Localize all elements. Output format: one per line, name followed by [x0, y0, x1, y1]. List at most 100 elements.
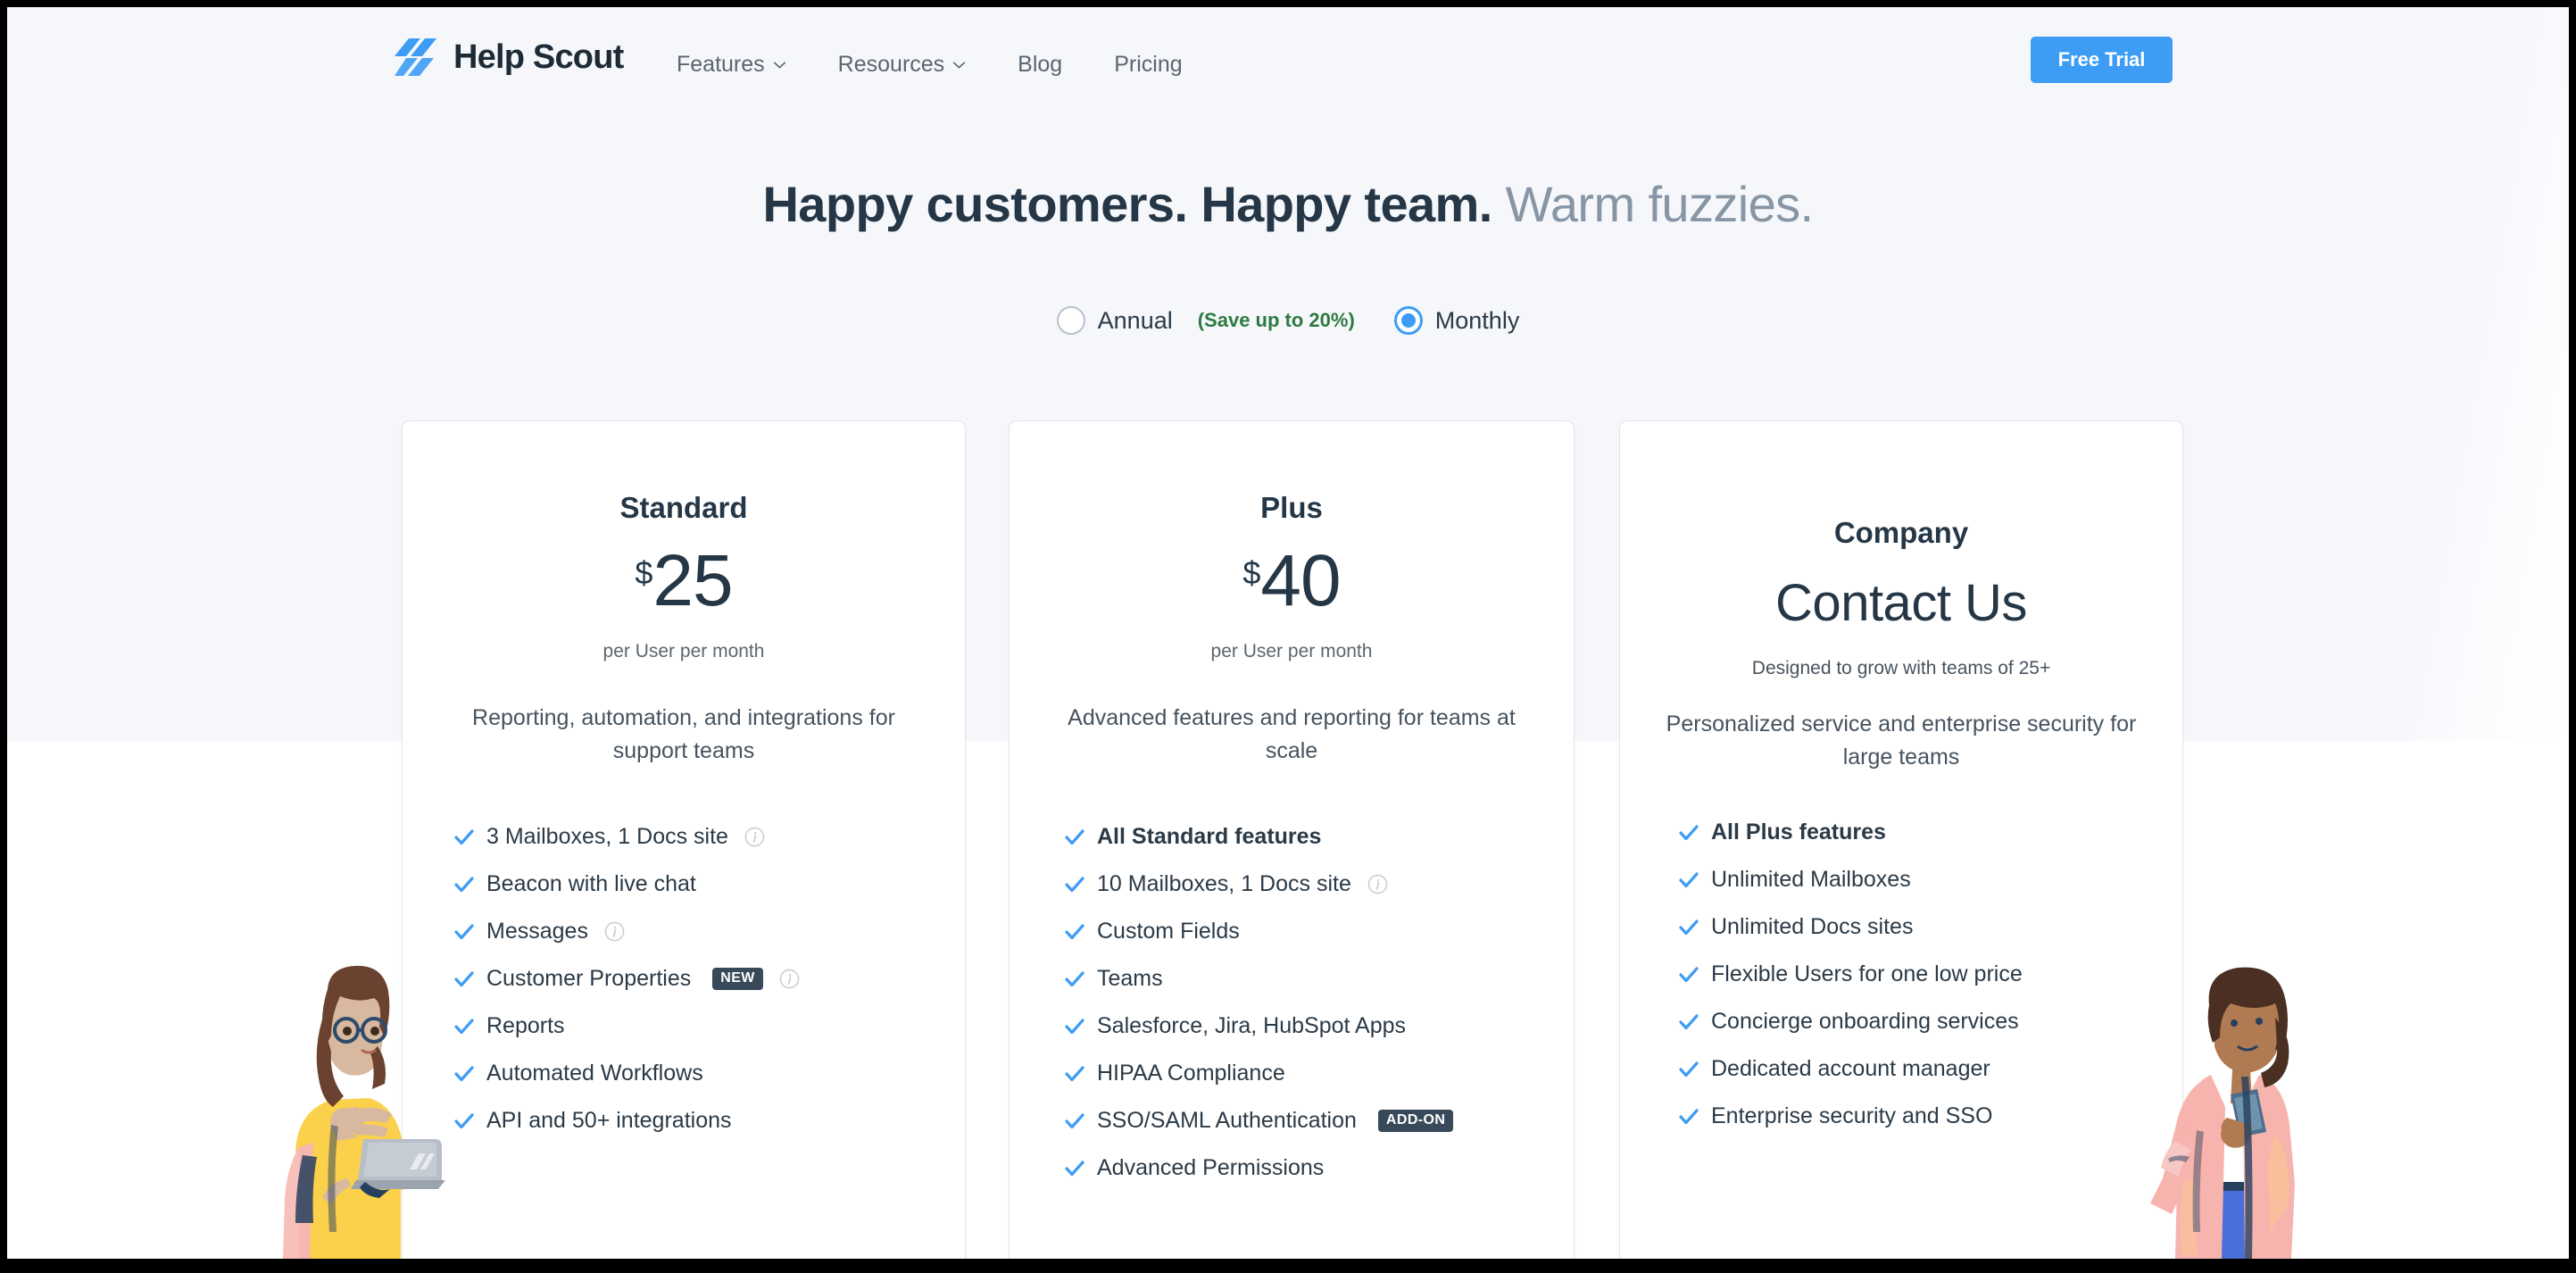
nav-item-pricing[interactable]: Pricing: [1114, 48, 1182, 81]
feature-list: All Plus features Unlimited Mailboxes Unli…: [1620, 809, 2182, 1140]
feature-item: 10 Mailboxes, 1 Docs site: [1065, 861, 1574, 908]
check-icon: [1065, 1160, 1084, 1176]
feature-item: Concierge onboarding services: [1679, 998, 2182, 1045]
plan-name: Standard: [619, 491, 748, 524]
feature-label: Unlimited Mailboxes: [1711, 867, 1911, 892]
info-icon[interactable]: [744, 827, 765, 847]
annual-savings-note: (Save up to 20%): [1197, 309, 1355, 331]
pricing-card-plus: Plus $ 40 per User per month Advanced fe…: [1009, 420, 1575, 1259]
monthly-radio[interactable]: [1393, 306, 1423, 335]
price-unit: per User per month: [602, 641, 765, 661]
check-icon: [454, 1018, 474, 1034]
check-icon: [1679, 919, 1699, 935]
main-nav: Features Resources Blog Pricing: [677, 48, 1234, 81]
help-scout-logo-icon: [395, 38, 436, 76]
info-icon[interactable]: [779, 969, 800, 989]
feature-label: Salesforce, Jira, HubSpot Apps: [1097, 1013, 1407, 1038]
billing-option-annual[interactable]: Annual (Save up to 20%): [1056, 306, 1355, 335]
check-icon: [454, 923, 474, 939]
nav-item-label: Features: [677, 52, 765, 77]
feature-item: Unlimited Docs sites: [1679, 903, 2182, 951]
feature-item: All Plus features: [1679, 809, 2182, 856]
nav-item-features[interactable]: Features: [677, 48, 786, 81]
feature-item: Flexible Users for one low price: [1679, 951, 2182, 998]
feature-label: All Standard features: [1097, 824, 1322, 849]
check-icon: [1679, 1108, 1699, 1124]
feature-item: Customer Properties NEW: [454, 955, 965, 1003]
feature-item: Advanced Permissions: [1065, 1144, 1574, 1192]
feature-list: 3 Mailboxes, 1 Docs site Beacon with live…: [403, 813, 965, 1144]
feature-label: Beacon with live chat: [486, 871, 696, 896]
check-icon: [454, 970, 474, 986]
check-icon: [454, 828, 474, 845]
plan-description: Reporting, automation, and integrations …: [472, 705, 895, 763]
plan-description: Advanced features and reporting for team…: [1068, 705, 1516, 763]
check-icon: [1679, 824, 1699, 840]
info-icon[interactable]: [1367, 874, 1388, 894]
feature-item: Reports: [454, 1003, 965, 1050]
feature-label: Dedicated account manager: [1711, 1056, 1990, 1081]
check-icon: [1065, 1065, 1084, 1081]
feature-item: HIPAA Compliance: [1065, 1050, 1574, 1097]
nav-item-resources[interactable]: Resources: [838, 48, 967, 81]
feature-label: 10 Mailboxes, 1 Docs site: [1097, 871, 1351, 896]
price-amount: 40: [1260, 540, 1341, 621]
page-root: Help Scout Features Resources Blog Pricing …: [7, 7, 2569, 1259]
price-unit: per User per month: [1210, 641, 1373, 661]
annual-radio[interactable]: [1056, 306, 1085, 335]
feature-label: HIPAA Compliance: [1097, 1061, 1285, 1086]
plan-price: $ 25: [403, 545, 965, 618]
feature-item: Messages: [454, 908, 965, 955]
check-icon: [1679, 1013, 1699, 1029]
feature-item: Custom Fields: [1065, 908, 1574, 955]
plan-name: Plus: [1260, 491, 1323, 524]
feature-label: Reports: [486, 1013, 565, 1038]
check-icon: [1065, 876, 1084, 892]
check-icon: [1065, 1112, 1084, 1128]
annual-label: Annual: [1097, 306, 1173, 334]
feature-label: 3 Mailboxes, 1 Docs site: [486, 824, 728, 849]
check-icon: [1065, 828, 1084, 845]
feature-item: Beacon with live chat: [454, 861, 965, 908]
woman-with-laptop-illustration: [283, 965, 445, 1259]
nav-item-blog[interactable]: Blog: [1018, 48, 1062, 81]
feature-label: SSO/SAML Authentication: [1097, 1108, 1357, 1133]
feature-item: SSO/SAML Authentication ADD-ON: [1065, 1097, 1574, 1144]
woman-with-phone-illustration: [2150, 967, 2295, 1259]
billing-option-monthly[interactable]: Monthly: [1393, 306, 1520, 335]
feature-item: API and 50+ integrations: [454, 1097, 965, 1144]
free-trial-button[interactable]: Free Trial: [2031, 37, 2173, 83]
feature-item: 3 Mailboxes, 1 Docs site: [454, 813, 965, 861]
feature-item: Dedicated account manager: [1679, 1045, 2182, 1093]
feature-label: All Plus features: [1711, 820, 1886, 845]
check-icon: [454, 876, 474, 892]
headline-secondary: Warm fuzzies.: [1492, 176, 1814, 232]
feature-label: Enterprise security and SSO: [1711, 1103, 1993, 1128]
check-icon: [1065, 1018, 1084, 1034]
contact-us-label: Contact Us: [1775, 574, 2027, 632]
check-icon: [454, 1112, 474, 1128]
feature-badge: ADD-ON: [1377, 1110, 1454, 1132]
feature-label: Custom Fields: [1097, 919, 1240, 944]
feature-label: Flexible Users for one low price: [1711, 961, 2023, 986]
info-icon[interactable]: [604, 921, 625, 942]
check-icon: [1065, 923, 1084, 939]
billing-period-toggle: Annual (Save up to 20%) Monthly: [7, 306, 2569, 335]
feature-label: Advanced Permissions: [1097, 1155, 1325, 1180]
feature-item: Automated Workflows: [454, 1050, 965, 1097]
feature-item: Teams: [1065, 955, 1574, 1003]
monthly-label: Monthly: [1434, 306, 1520, 334]
check-icon: [1679, 966, 1699, 982]
nav-item-label: Blog: [1018, 52, 1063, 77]
check-icon: [1065, 970, 1084, 986]
feature-item: Enterprise security and SSO: [1679, 1093, 2182, 1140]
feature-badge: NEW: [712, 968, 763, 990]
chevron-down-icon: [952, 62, 966, 69]
check-icon: [454, 1065, 474, 1081]
logo[interactable]: Help Scout: [395, 37, 624, 78]
plan-description: Personalized service and enterprise secu…: [1666, 711, 2137, 770]
nav-item-label: Pricing: [1114, 52, 1183, 77]
feature-list: All Standard features 10 Mailboxes, 1 Doc…: [1010, 813, 1574, 1192]
feature-label: Unlimited Docs sites: [1711, 914, 1914, 939]
currency-symbol: $: [1242, 554, 1261, 591]
